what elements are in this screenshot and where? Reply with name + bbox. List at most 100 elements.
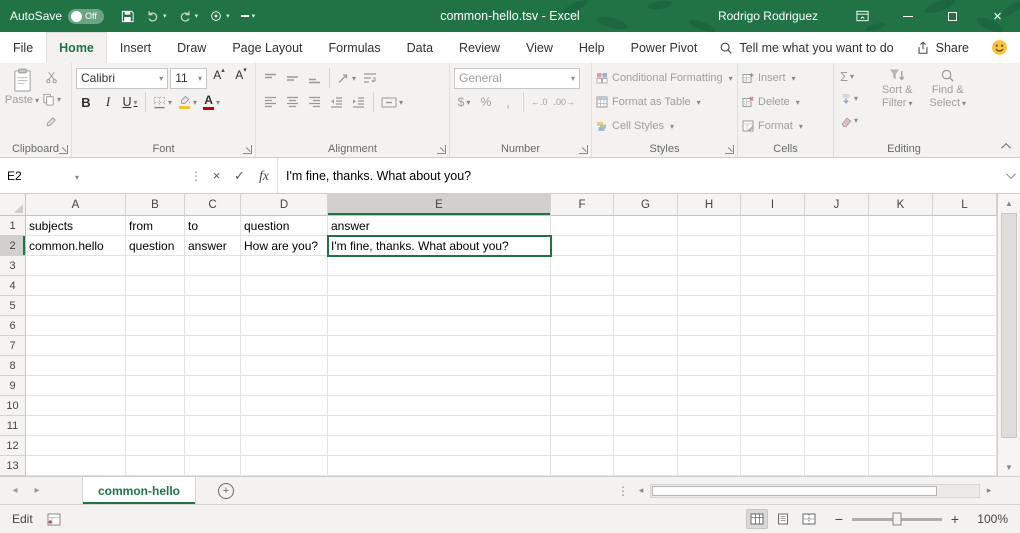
- row-header-8[interactable]: 8: [0, 356, 26, 376]
- cell-E4[interactable]: [328, 276, 551, 296]
- row-header-6[interactable]: 6: [0, 316, 26, 336]
- cell-G10[interactable]: [614, 396, 678, 416]
- align-center-button[interactable]: [282, 92, 302, 113]
- new-sheet-button[interactable]: +: [218, 483, 234, 499]
- cell-I8[interactable]: [741, 356, 805, 376]
- cell-B9[interactable]: [126, 376, 185, 396]
- cell-L3[interactable]: [933, 256, 997, 276]
- cell-A10[interactable]: [26, 396, 126, 416]
- cell-H5[interactable]: [678, 296, 741, 316]
- cell-I10[interactable]: [741, 396, 805, 416]
- cell-F7[interactable]: [551, 336, 614, 356]
- tab-home[interactable]: Home: [46, 32, 107, 63]
- row-header-9[interactable]: 9: [0, 376, 26, 396]
- name-box[interactable]: E2: [0, 158, 86, 193]
- tell-me-box[interactable]: Tell me what you want to do: [719, 41, 893, 55]
- cell-G12[interactable]: [614, 436, 678, 456]
- cell-J4[interactable]: [805, 276, 869, 296]
- cell-I1[interactable]: [741, 216, 805, 236]
- cell-J9[interactable]: [805, 376, 869, 396]
- column-header-D[interactable]: D: [241, 194, 328, 216]
- cell-E12[interactable]: [328, 436, 551, 456]
- macro-record-button[interactable]: [47, 513, 61, 526]
- cell-G2[interactable]: [614, 236, 678, 256]
- zoom-level[interactable]: 100%: [974, 512, 1008, 526]
- decrease-decimal-button[interactable]: .00→: [552, 92, 578, 113]
- cell-G7[interactable]: [614, 336, 678, 356]
- cell-D7[interactable]: [241, 336, 328, 356]
- format-as-table-button[interactable]: Format as Table: [596, 90, 733, 114]
- scroll-up-icon[interactable]: ▲: [998, 194, 1020, 212]
- cell-I7[interactable]: [741, 336, 805, 356]
- cell-B6[interactable]: [126, 316, 185, 336]
- cell-H3[interactable]: [678, 256, 741, 276]
- align-right-button[interactable]: [304, 92, 324, 113]
- formula-input[interactable]: I'm fine, thanks. What about you?: [277, 158, 998, 193]
- font-color-button[interactable]: A: [201, 92, 222, 113]
- wrap-text-button[interactable]: [360, 68, 380, 89]
- cell-F4[interactable]: [551, 276, 614, 296]
- scroll-down-icon[interactable]: ▼: [998, 458, 1020, 476]
- cell-I4[interactable]: [741, 276, 805, 296]
- font-family-select[interactable]: Calibri: [76, 68, 168, 89]
- column-header-B[interactable]: B: [126, 194, 185, 216]
- cell-E9[interactable]: [328, 376, 551, 396]
- maximize-button[interactable]: [930, 0, 975, 32]
- cell-L1[interactable]: [933, 216, 997, 236]
- cell-H4[interactable]: [678, 276, 741, 296]
- tab-data[interactable]: Data: [394, 32, 446, 63]
- cell-K6[interactable]: [869, 316, 933, 336]
- column-header-I[interactable]: I: [741, 194, 805, 216]
- zoom-slider[interactable]: [852, 518, 942, 521]
- cell-J10[interactable]: [805, 396, 869, 416]
- cell-B4[interactable]: [126, 276, 185, 296]
- row-header-13[interactable]: 13: [0, 456, 26, 476]
- insert-function-button[interactable]: fx: [251, 158, 277, 193]
- copy-button[interactable]: [40, 89, 63, 110]
- cell-C5[interactable]: [185, 296, 241, 316]
- minimize-button[interactable]: [885, 0, 930, 32]
- column-header-L[interactable]: L: [933, 194, 997, 216]
- bold-button[interactable]: B: [76, 92, 96, 113]
- vertical-scrollbar[interactable]: ▲ ▼: [997, 194, 1020, 476]
- cell-J2[interactable]: [805, 236, 869, 256]
- column-header-F[interactable]: F: [551, 194, 614, 216]
- delete-cells-button[interactable]: Delete: [742, 90, 829, 114]
- cell-C10[interactable]: [185, 396, 241, 416]
- tab-insert[interactable]: Insert: [107, 32, 164, 63]
- save-button[interactable]: [120, 9, 135, 24]
- cell-E2[interactable]: I'm fine, thanks. What about you?: [328, 236, 551, 256]
- cell-G5[interactable]: [614, 296, 678, 316]
- accounting-format-button[interactable]: $: [454, 92, 474, 113]
- tab-scrollbar-splitter[interactable]: ⋮: [614, 484, 632, 498]
- cell-I13[interactable]: [741, 456, 805, 476]
- cell-A3[interactable]: [26, 256, 126, 276]
- cell-C7[interactable]: [185, 336, 241, 356]
- cell-D8[interactable]: [241, 356, 328, 376]
- cell-A4[interactable]: [26, 276, 126, 296]
- autosave-control[interactable]: AutoSave Off: [10, 9, 104, 24]
- cell-B7[interactable]: [126, 336, 185, 356]
- horizontal-scrollbar-track[interactable]: [650, 484, 980, 498]
- find-select-button[interactable]: Find & Select: [925, 66, 970, 131]
- normal-view-button[interactable]: [746, 509, 768, 529]
- horizontal-scrollbar[interactable]: ⋮ ◂ ▸: [614, 477, 1020, 504]
- cell-G6[interactable]: [614, 316, 678, 336]
- select-all-corner[interactable]: [0, 194, 26, 216]
- cell-A8[interactable]: [26, 356, 126, 376]
- column-header-E[interactable]: E: [328, 194, 551, 216]
- row-header-10[interactable]: 10: [0, 396, 26, 416]
- close-button[interactable]: ×: [975, 0, 1020, 32]
- feedback-smiley-button[interactable]: [991, 39, 1008, 56]
- percent-style-button[interactable]: %: [476, 92, 496, 113]
- cell-A9[interactable]: [26, 376, 126, 396]
- cell-E1[interactable]: answer: [328, 216, 551, 236]
- format-cells-button[interactable]: Format: [742, 114, 829, 138]
- cell-G1[interactable]: [614, 216, 678, 236]
- cell-F5[interactable]: [551, 296, 614, 316]
- cell-A12[interactable]: [26, 436, 126, 456]
- cell-G4[interactable]: [614, 276, 678, 296]
- cell-K7[interactable]: [869, 336, 933, 356]
- cell-A11[interactable]: [26, 416, 126, 436]
- cell-I11[interactable]: [741, 416, 805, 436]
